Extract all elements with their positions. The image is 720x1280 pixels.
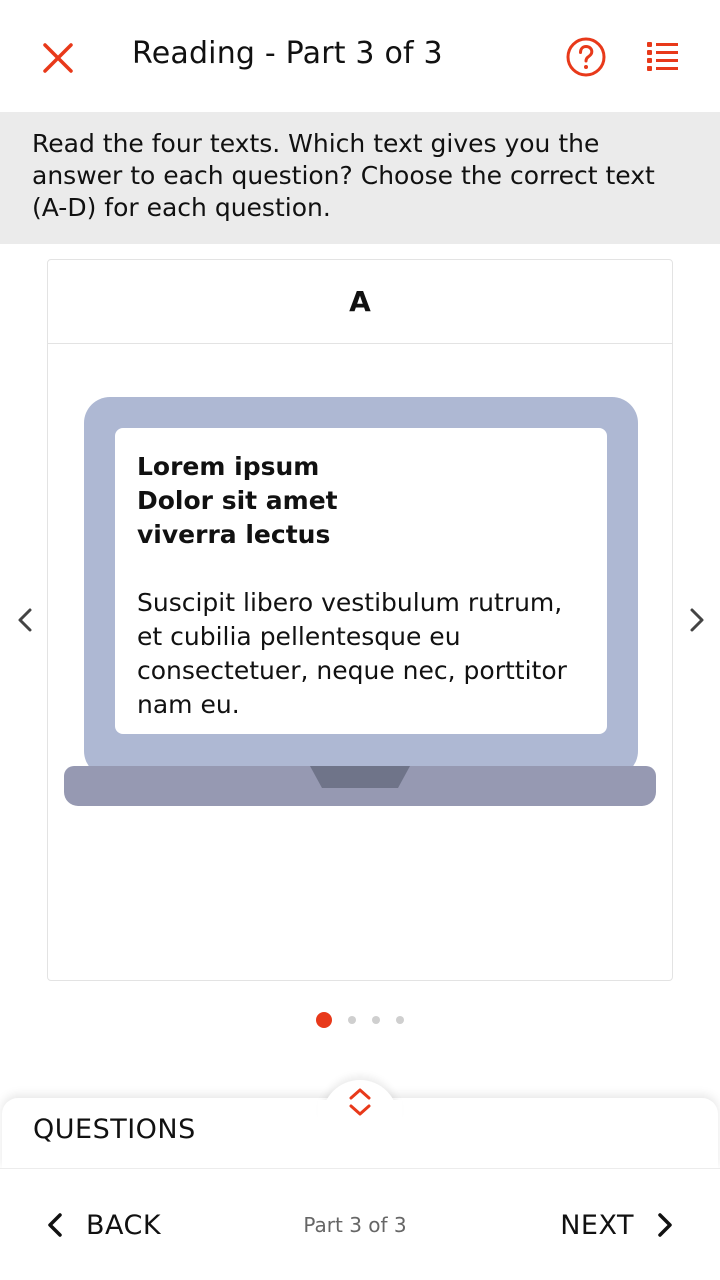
pager-dot-active[interactable]: [316, 1012, 332, 1028]
chevron-right-icon: [690, 608, 704, 632]
help-button[interactable]: [565, 36, 607, 78]
card-header: A: [48, 260, 672, 344]
previous-text-button[interactable]: [12, 604, 40, 636]
next-text-button[interactable]: [682, 604, 710, 636]
help-circle-icon: [566, 37, 606, 77]
instructions-text: Read the four texts. Which text gives yo…: [32, 129, 655, 222]
text-heading-line: Dolor sit amet: [137, 486, 338, 515]
card-letter: A: [349, 285, 371, 318]
chevron-up-down-icon: [349, 1088, 371, 1116]
close-icon: [43, 43, 73, 73]
laptop-text-panel: Lorem ipsum Dolor sit amet viverra lectu…: [115, 428, 607, 734]
bottom-nav: BACK Part 3 of 3 NEXT: [0, 1168, 720, 1280]
chevron-left-icon: [18, 608, 32, 632]
pager-dots: [0, 1010, 720, 1030]
list-icon: [647, 42, 678, 71]
reading-screen: Reading - Part 3 of 3 Read the four text…: [0, 0, 720, 1280]
pager-dot[interactable]: [372, 1016, 380, 1024]
next-label: NEXT: [560, 1209, 634, 1241]
text-heading-line: Lorem ipsum: [137, 452, 320, 481]
text-body: Suscipit libero vestibulum rutrum, et cu…: [137, 588, 567, 719]
text-heading-line: viverra lectus: [137, 520, 331, 549]
chevron-right-icon: [658, 1213, 672, 1237]
close-button[interactable]: [38, 38, 78, 78]
page-title: Reading - Part 3 of 3: [132, 36, 443, 71]
text-heading: Lorem ipsum Dolor sit amet viverra lectu…: [137, 450, 585, 552]
instructions-banner: Read the four texts. Which text gives yo…: [0, 112, 720, 244]
pager-dot[interactable]: [396, 1016, 404, 1024]
next-button[interactable]: NEXT: [560, 1205, 680, 1245]
questions-label: QUESTIONS: [33, 1114, 196, 1145]
top-bar: Reading - Part 3 of 3: [0, 0, 720, 112]
laptop-notch: [310, 766, 410, 788]
expand-collapse-button[interactable]: [345, 1085, 375, 1119]
contents-list-button[interactable]: [644, 38, 682, 76]
pager-dot[interactable]: [348, 1016, 356, 1024]
